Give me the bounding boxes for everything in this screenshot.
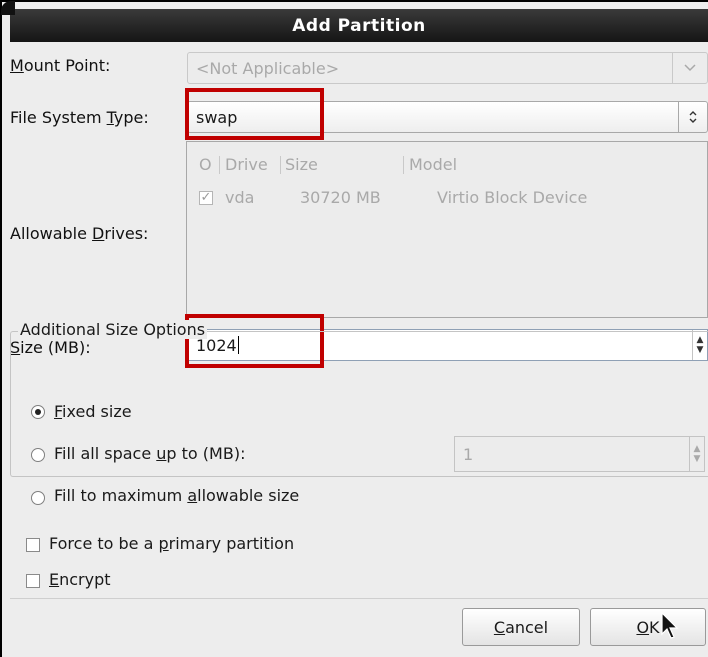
chevron-down-icon bbox=[672, 53, 707, 83]
encrypt-label[interactable]: Encrypt bbox=[49, 570, 111, 589]
mount-point-combo[interactable]: <Not Applicable> bbox=[187, 52, 708, 84]
mount-point-value: <Not Applicable> bbox=[196, 58, 340, 78]
drives-table-header: O Drive Size Model bbox=[187, 152, 707, 178]
fill-upto-radio[interactable] bbox=[31, 448, 45, 462]
fs-type-value: swap bbox=[196, 107, 238, 127]
drive-size: 30720 MB bbox=[300, 188, 381, 207]
up-down-chevron-icon bbox=[678, 102, 707, 132]
drive-name: vda bbox=[225, 188, 255, 207]
fill-upto-spin-buttons[interactable]: ▲ ▼ bbox=[689, 437, 704, 471]
button-divider bbox=[10, 598, 708, 599]
additional-size-options-legend: Additional Size Options bbox=[18, 320, 208, 339]
drive-model: Virtio Block Device bbox=[437, 188, 588, 207]
titlebar-corner bbox=[1, 1, 15, 15]
table-row[interactable]: ✓ vda 30720 MB Virtio Block Device bbox=[187, 188, 707, 212]
ok-button[interactable]: OK bbox=[590, 608, 706, 646]
encrypt-checkbox[interactable] bbox=[26, 574, 40, 588]
col-header-size[interactable]: Size bbox=[285, 155, 318, 174]
cancel-button[interactable]: Cancel bbox=[462, 608, 580, 646]
fs-type-label: File System Type: bbox=[10, 108, 149, 127]
col-header-drive[interactable]: Drive bbox=[225, 155, 268, 174]
fill-max-label[interactable]: Fill to maximum allowable size bbox=[54, 486, 299, 505]
fill-upto-label[interactable]: Fill all space up to (MB): bbox=[54, 444, 245, 463]
fill-max-radio[interactable] bbox=[31, 491, 45, 505]
drives-label: Allowable Drives: bbox=[10, 224, 149, 243]
fixed-size-radio[interactable] bbox=[31, 405, 45, 419]
spin-down-icon[interactable]: ▼ bbox=[694, 454, 701, 464]
col-separator bbox=[219, 156, 220, 174]
drives-table[interactable]: O Drive Size Model ✓ vda 30720 MB Virtio… bbox=[186, 141, 708, 318]
dialog-titlebar[interactable]: Add Partition bbox=[1, 1, 708, 42]
spin-up-icon[interactable]: ▲ bbox=[694, 444, 701, 454]
force-primary-label[interactable]: Force to be a primary partition bbox=[49, 534, 294, 553]
col-header-select[interactable]: O bbox=[199, 155, 212, 174]
mount-point-label: Mount Point: bbox=[10, 56, 111, 75]
col-header-model[interactable]: Model bbox=[409, 155, 457, 174]
dialog-title: Add Partition bbox=[292, 15, 426, 36]
col-separator bbox=[403, 156, 404, 174]
mouse-pointer-icon bbox=[661, 612, 679, 639]
drive-checkbox[interactable]: ✓ bbox=[199, 191, 213, 205]
col-separator bbox=[280, 156, 281, 174]
fixed-size-label[interactable]: Fixed size bbox=[54, 402, 132, 421]
fill-upto-value: 1 bbox=[463, 444, 474, 464]
fs-type-combo[interactable]: swap bbox=[187, 101, 708, 133]
fill-upto-input[interactable]: 1 ▲ ▼ bbox=[454, 436, 705, 472]
force-primary-checkbox[interactable] bbox=[26, 538, 40, 552]
